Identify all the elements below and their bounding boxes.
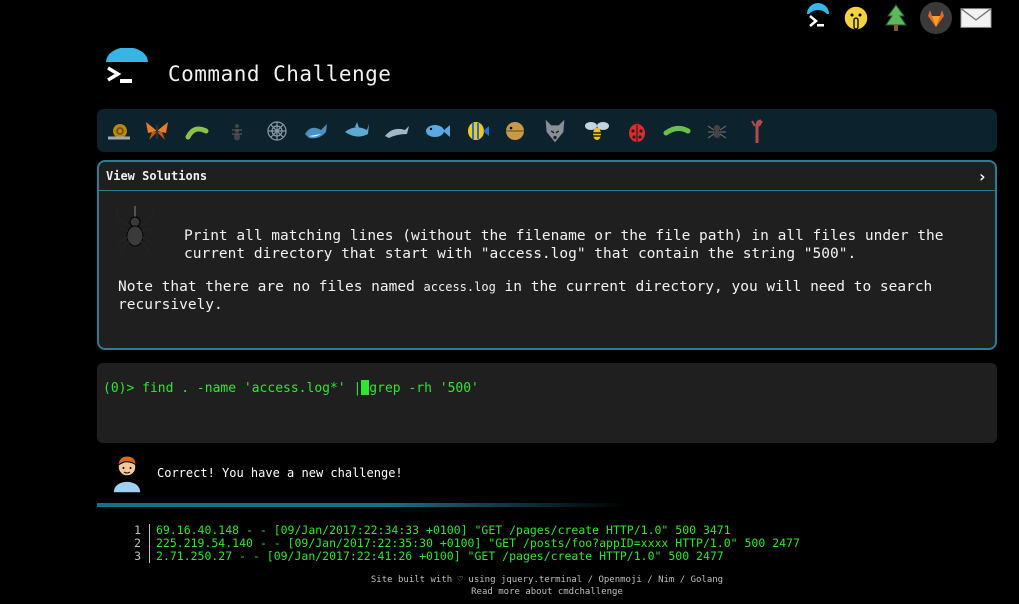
result-message: Correct! You have a new challenge! bbox=[157, 466, 403, 480]
dolphin-icon[interactable] bbox=[383, 117, 411, 145]
snail-icon[interactable] bbox=[105, 117, 133, 145]
challenge-note: Note that there are no files named acces… bbox=[118, 278, 978, 314]
view-solutions-toggle[interactable]: View Solutions › bbox=[99, 162, 995, 191]
command-line[interactable]: (0)> find . -name 'access.log*' | grep -r… bbox=[103, 380, 479, 396]
footer-credits: Site built with ♡ using jquery.terminal … bbox=[370, 575, 724, 585]
terminal[interactable]: (0)> find . -name 'access.log*' | grep -r… bbox=[97, 363, 997, 443]
bee-icon[interactable] bbox=[583, 117, 611, 145]
blowfish-icon[interactable] bbox=[501, 117, 529, 145]
avatar bbox=[109, 452, 145, 494]
scorpion-icon[interactable] bbox=[743, 117, 771, 145]
whale-icon[interactable] bbox=[303, 117, 331, 145]
shark-icon[interactable] bbox=[343, 117, 371, 145]
challenge-panel: View Solutions › Print all matching line… bbox=[97, 160, 997, 350]
line-number: 3 bbox=[120, 550, 150, 563]
logo-icon bbox=[104, 47, 150, 92]
view-solutions-label: View Solutions bbox=[106, 169, 208, 183]
challenge-description: Print all matching lines (without the fi… bbox=[184, 228, 944, 262]
footer-link[interactable]: Read more about cmdchallenge bbox=[75, 586, 1019, 598]
bug-icon[interactable] bbox=[183, 117, 211, 145]
note-text: Note that there are no files named bbox=[118, 279, 424, 295]
spider-icon[interactable] bbox=[703, 117, 731, 145]
top-icon-bar bbox=[800, 0, 1019, 40]
tree-icon[interactable] bbox=[880, 2, 912, 34]
challenge-bar bbox=[97, 109, 997, 152]
fish-icon[interactable] bbox=[423, 117, 451, 145]
prompt: (0)> bbox=[103, 381, 143, 396]
spider-icon bbox=[115, 206, 155, 256]
command-text: find . -name 'access.log*' | bbox=[142, 381, 362, 396]
shushing-face-icon[interactable] bbox=[840, 2, 872, 34]
command-output: 1 69.16.40.148 - - [09/Jan/2017:22:34:33 … bbox=[120, 524, 800, 563]
output-row: 3 2.71.250.27 - - [09/Jan/2017:22:41:26 +… bbox=[120, 550, 800, 563]
ladybug-icon[interactable] bbox=[623, 117, 651, 145]
butterfly-icon[interactable] bbox=[143, 117, 171, 145]
divider bbox=[97, 503, 627, 507]
footer: Site built with ♡ using jquery.terminal … bbox=[0, 574, 1019, 598]
gitlab-icon[interactable] bbox=[920, 2, 952, 34]
cricket-icon[interactable] bbox=[663, 117, 691, 145]
command-text-after: grep -rh '500' bbox=[369, 381, 479, 396]
output-text: 2.71.250.27 - - [09/Jan/2017:22:41:26 +0… bbox=[156, 549, 724, 563]
web-icon[interactable] bbox=[263, 117, 291, 145]
note-code: access.log bbox=[423, 280, 496, 294]
mail-icon[interactable] bbox=[960, 2, 992, 34]
chevron-right-icon[interactable]: › bbox=[977, 167, 987, 186]
tropical-fish-icon[interactable] bbox=[463, 117, 491, 145]
ant-icon[interactable] bbox=[223, 117, 251, 145]
wolf-icon[interactable] bbox=[541, 117, 569, 145]
terminal-icon[interactable] bbox=[802, 2, 834, 34]
page-title: Command Challenge bbox=[168, 62, 392, 86]
